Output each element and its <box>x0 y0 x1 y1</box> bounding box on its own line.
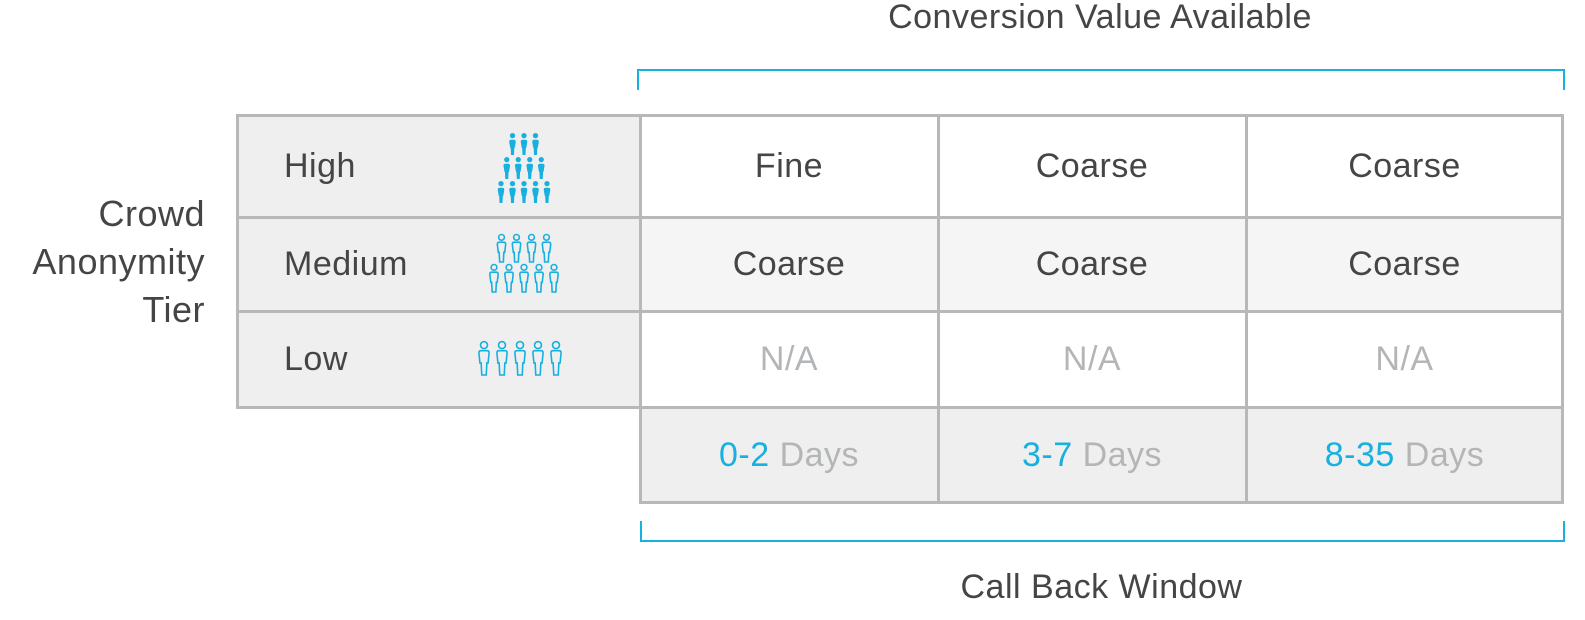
matrix-cell: Fine <box>754 146 824 185</box>
grid-line <box>1245 117 1248 504</box>
window-range: 3-7 <box>1021 436 1073 474</box>
conversion-value-bracket <box>637 69 1565 90</box>
side-label-line: Anonymity <box>32 241 205 282</box>
person-icon <box>496 340 508 376</box>
matrix-cell: N/A <box>1062 340 1122 378</box>
window-cell: 0-2 Days <box>640 408 938 503</box>
person-icon <box>503 157 511 179</box>
person-icon <box>514 340 526 376</box>
window-unit: Days <box>1404 436 1485 474</box>
person-icon <box>496 233 507 263</box>
tier-panel: High Medium Low <box>236 115 640 408</box>
tier-row-low: Low <box>236 311 640 408</box>
person-icon <box>526 157 534 179</box>
grid-line <box>639 501 1564 504</box>
person-icon <box>532 181 539 203</box>
window-cell: 3-7 Days <box>938 408 1246 503</box>
person-icon <box>509 181 516 203</box>
people-outline-icon <box>478 340 562 376</box>
person-icon <box>478 340 490 376</box>
person-icon <box>520 133 528 155</box>
call-back-window-title: Call Back Window <box>960 568 1243 606</box>
window-unit: Days <box>1082 436 1163 474</box>
person-icon <box>514 157 522 179</box>
person-icon <box>537 157 545 179</box>
person-icon <box>518 263 530 293</box>
grid-line <box>236 114 239 409</box>
person-icon <box>532 340 544 376</box>
tier-label: Medium <box>284 244 408 283</box>
person-icon <box>511 233 522 263</box>
person-icon <box>509 133 516 155</box>
person-icon <box>541 233 552 263</box>
tier-row-medium: Medium <box>236 217 640 311</box>
call-back-window-bracket <box>640 521 1565 542</box>
side-label-line: Tier <box>142 289 205 330</box>
person-icon <box>550 340 562 376</box>
person-icon <box>497 181 505 203</box>
grid-line <box>937 117 940 504</box>
person-icon <box>532 133 539 155</box>
grid-line <box>1561 114 1564 504</box>
window-cell: 8-35 Days <box>1246 408 1563 503</box>
tier-row-high: High <box>236 115 640 217</box>
window-range: 8-35 <box>1324 436 1395 474</box>
person-icon <box>526 233 537 263</box>
conversion-value-title: Conversion Value Available <box>888 0 1312 36</box>
matrix-cell: Coarse <box>732 244 846 283</box>
side-label-line: Crowd <box>98 193 205 234</box>
matrix-cell: N/A <box>759 340 819 378</box>
person-icon <box>548 263 560 293</box>
grid-line <box>236 216 1564 219</box>
matrix-cell: N/A <box>1375 340 1434 378</box>
tier-label: Low <box>284 340 348 378</box>
tier-label: High <box>284 146 356 185</box>
grid-line <box>639 114 642 504</box>
grid-line <box>236 406 1564 409</box>
matrix-cell: Coarse <box>1035 244 1149 283</box>
crowd-anonymity-tier-label: Crowd Anonymity Tier <box>32 190 205 334</box>
person-icon <box>533 263 545 293</box>
matrix-cell: Coarse <box>1348 146 1461 185</box>
window-range: 0-2 <box>718 436 770 474</box>
matrix-cell: Coarse <box>1348 244 1461 283</box>
window-unit: Days <box>779 436 860 474</box>
matrix-cell: Coarse <box>1035 146 1149 185</box>
grid-line <box>236 114 1564 117</box>
person-icon <box>520 181 528 203</box>
crowd-outline-icon <box>488 233 560 293</box>
person-icon <box>503 263 515 293</box>
person-icon <box>543 181 551 203</box>
person-icon <box>488 263 500 293</box>
grid-line <box>236 310 1564 313</box>
crowd-filled-icon <box>497 133 551 203</box>
